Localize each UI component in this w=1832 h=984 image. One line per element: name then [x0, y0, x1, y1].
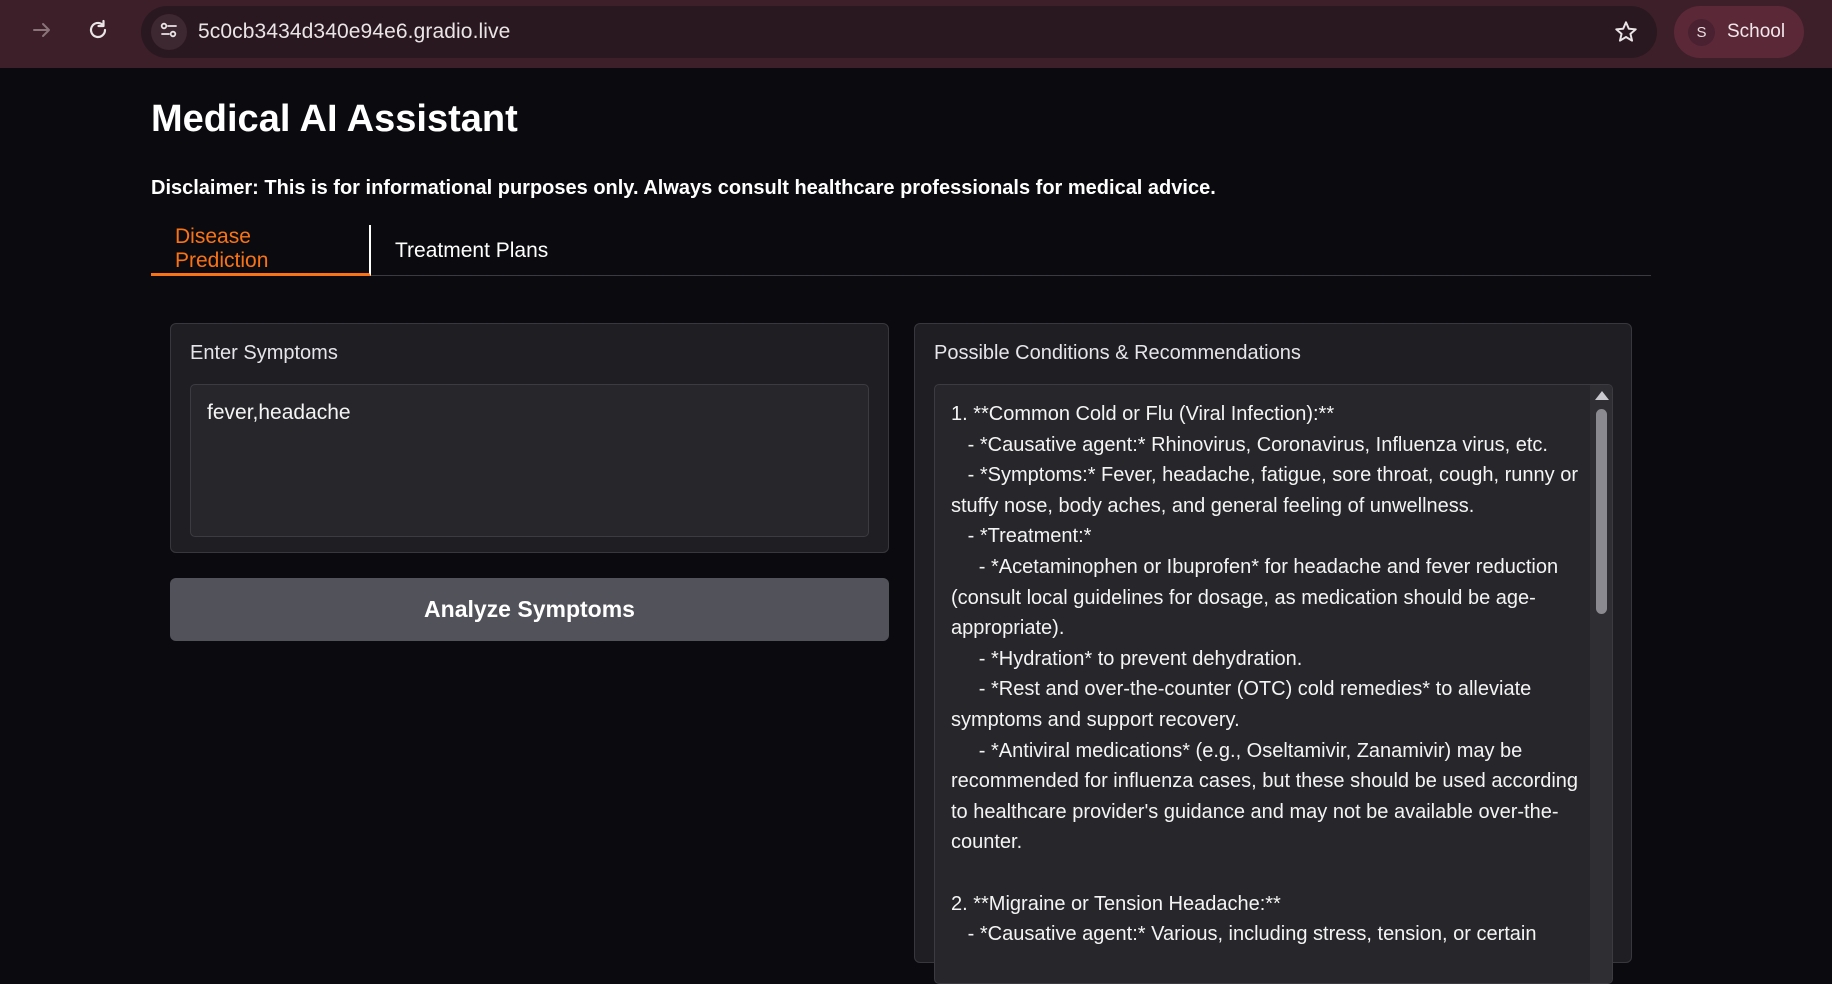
address-bar[interactable]: 5c0cb3434d340e94e6.gradio.live — [141, 6, 1657, 58]
profile-name: School — [1727, 21, 1786, 42]
app-page: Medical AI Assistant Disclaimer: This is… — [0, 68, 1832, 984]
symptoms-panel: Enter Symptoms fever,headache — [170, 323, 889, 553]
symptoms-label: Enter Symptoms — [190, 342, 338, 364]
forward-arrow-icon — [31, 19, 53, 46]
analyze-symptoms-button[interactable]: Analyze Symptoms — [170, 578, 889, 641]
browser-toolbar: 5c0cb3434d340e94e6.gradio.live S School — [0, 0, 1832, 68]
disclaimer-text: Disclaimer: This is for informational pu… — [151, 177, 1216, 199]
tab-treatment-plans[interactable]: Treatment Plans — [371, 225, 572, 276]
tab-disease-prediction[interactable]: Disease Prediction — [151, 225, 371, 276]
reload-icon — [86, 18, 110, 47]
site-info-button[interactable] — [151, 14, 187, 50]
conditions-output-text: 1. **Common Cold or Flu (Viral Infection… — [951, 403, 1579, 946]
url-text: 5c0cb3434d340e94e6.gradio.live — [198, 20, 511, 43]
symptoms-input[interactable]: fever,headache — [190, 384, 869, 537]
conditions-label: Possible Conditions & Recommendations — [934, 342, 1301, 364]
avatar: S — [1688, 19, 1715, 46]
output-scrollbar[interactable] — [1590, 385, 1612, 983]
reload-button[interactable] — [76, 12, 120, 52]
conditions-panel: Possible Conditions & Recommendations 1.… — [914, 323, 1632, 984]
scroll-thumb[interactable] — [1596, 409, 1607, 614]
forward-button[interactable] — [20, 12, 64, 52]
conditions-output[interactable]: 1. **Common Cold or Flu (Viral Infection… — [934, 384, 1613, 984]
page-title: Medical AI Assistant — [151, 98, 518, 140]
tab-bar: Disease Prediction Treatment Plans — [151, 225, 1651, 276]
scroll-up-arrow-icon[interactable] — [1595, 391, 1609, 400]
profile-button[interactable]: S School — [1674, 6, 1804, 58]
star-icon[interactable] — [1613, 19, 1639, 45]
site-info-icon — [159, 20, 179, 45]
